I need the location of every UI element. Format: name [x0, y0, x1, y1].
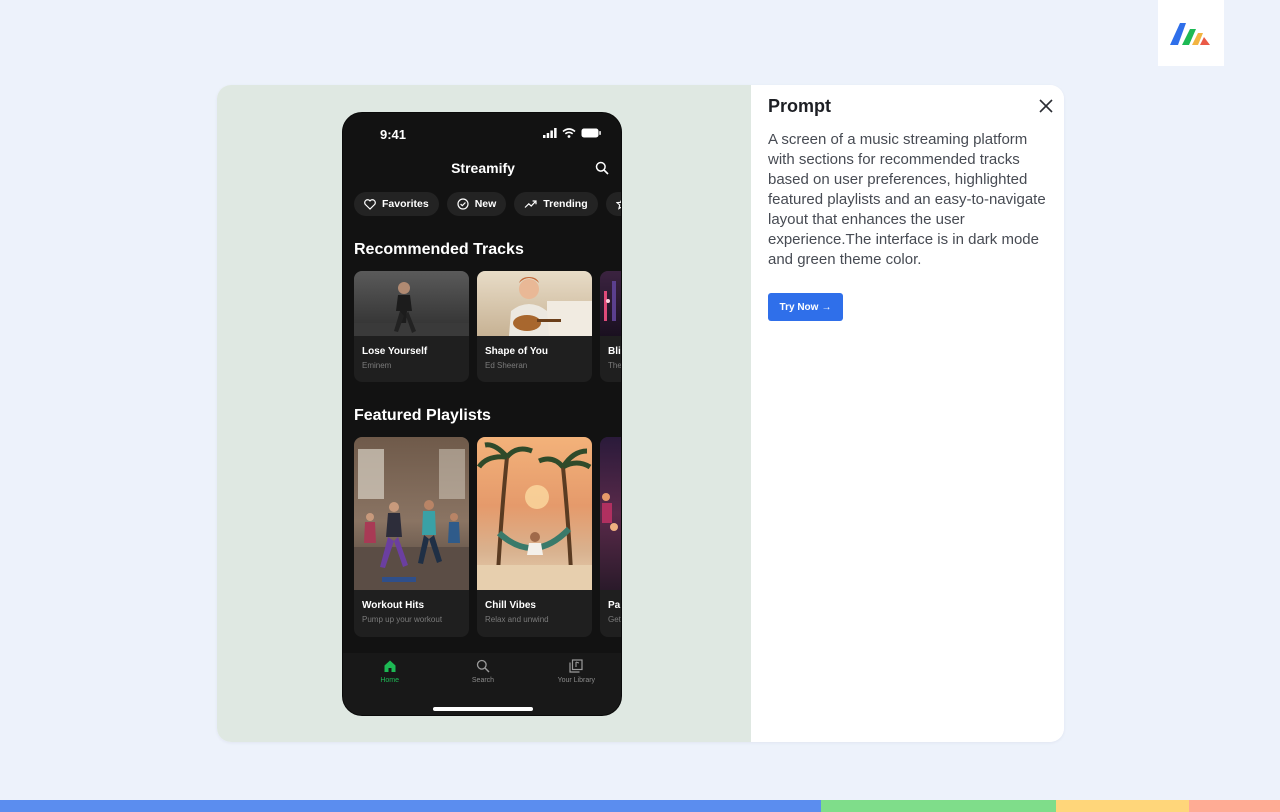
playlist-desc: Pump up your workout: [362, 615, 443, 624]
playlist-desc: Get: [608, 615, 621, 624]
track-cover-image: [600, 271, 621, 336]
recommended-title: Recommended Tracks: [354, 241, 524, 258]
close-icon[interactable]: [1038, 98, 1054, 114]
track-title: Shape of You: [485, 346, 548, 357]
track-title: Bli: [608, 346, 621, 357]
chip-label: Favorites: [382, 198, 429, 210]
recommended-row: Lose Yourself Eminem Shape of You Ed She…: [354, 271, 622, 382]
logo-mark-icon: [1170, 23, 1210, 45]
color-strip: [0, 800, 1280, 812]
playlist-title: Chill Vibes: [485, 600, 536, 611]
chip-trending[interactable]: Trending: [514, 192, 598, 216]
chip-label: New: [474, 198, 497, 210]
track-card[interactable]: Shape of You Ed Sheeran: [477, 271, 592, 382]
preview-area: 9:41 Streamify Favorites New Trending Re…: [217, 85, 751, 742]
chip-favorites[interactable]: Favorites: [354, 192, 439, 216]
chip-new[interactable]: New: [446, 192, 507, 216]
playlist-card[interactable]: Chill Vibes Relax and unwind: [477, 437, 592, 637]
playlist-card[interactable]: Workout Hits Pump up your workout: [354, 437, 469, 637]
status-time: 9:41: [380, 127, 407, 142]
playlist-cover-image: [600, 437, 621, 590]
playlist-title: Workout Hits: [362, 600, 425, 611]
library-icon: [569, 659, 583, 673]
battery-icon: [581, 128, 601, 138]
panel-title: Prompt: [768, 96, 831, 116]
heart-icon: [364, 198, 376, 210]
track-artist: Ed Sheeran: [485, 361, 528, 370]
signal-icon: [543, 128, 557, 138]
trending-up-icon: [524, 200, 537, 208]
strip-blue: [0, 800, 821, 812]
brand-logo: [1158, 0, 1224, 66]
tab-label: Search: [471, 677, 495, 684]
strip-red: [1189, 800, 1280, 812]
filter-chips: Favorites New Trending: [354, 192, 621, 216]
tab-label: Home: [380, 677, 399, 684]
phone-mockup: 9:41 Streamify Favorites New Trending Re…: [342, 112, 622, 716]
track-artist: Eminem: [362, 361, 392, 370]
playlist-desc: Relax and unwind: [485, 615, 549, 624]
featured-title: Featured Playlists: [354, 407, 491, 424]
chip-more[interactable]: [605, 192, 621, 216]
check-circle-icon: [457, 198, 469, 210]
playlist-cover-image: [354, 437, 469, 590]
prompt-description: A screen of a music streaming platform w…: [768, 131, 1046, 268]
track-card[interactable]: Bli The: [600, 271, 622, 382]
strip-green: [821, 800, 1056, 812]
tab-library[interactable]: Your Library: [530, 653, 621, 715]
star-icon: [615, 199, 621, 210]
search-icon: [476, 659, 490, 673]
strip-yellow: [1056, 800, 1189, 812]
tab-label: Your Library: [557, 677, 596, 684]
tab-home[interactable]: Home: [343, 653, 436, 715]
prompt-card: 9:41 Streamify Favorites New Trending Re…: [217, 85, 1064, 742]
wifi-icon: [562, 128, 576, 138]
track-cover-image: [354, 271, 469, 336]
playlist-card[interactable]: Pa Get: [600, 437, 621, 637]
track-cover-image: [477, 271, 592, 336]
search-icon[interactable]: [595, 161, 609, 175]
status-icons: [543, 128, 601, 138]
try-now-button[interactable]: Try Now →: [768, 293, 843, 321]
track-card[interactable]: Lose Yourself Eminem: [354, 271, 469, 382]
home-indicator: [433, 707, 533, 711]
prompt-panel: Prompt A screen of a music streaming pla…: [751, 85, 1064, 742]
track-title: Lose Yourself: [362, 346, 428, 357]
track-artist: The: [608, 361, 622, 370]
playlist-title: Pa: [608, 600, 621, 611]
playlist-cover-image: [477, 437, 592, 590]
playlists-row: Workout Hits Pump up your workout Chill …: [354, 437, 621, 637]
home-icon: [384, 660, 396, 672]
app-title: Streamify: [451, 160, 515, 176]
arrow-right-icon: →: [821, 301, 832, 313]
try-now-label: Try Now: [779, 301, 819, 313]
chip-label: Trending: [543, 198, 588, 210]
